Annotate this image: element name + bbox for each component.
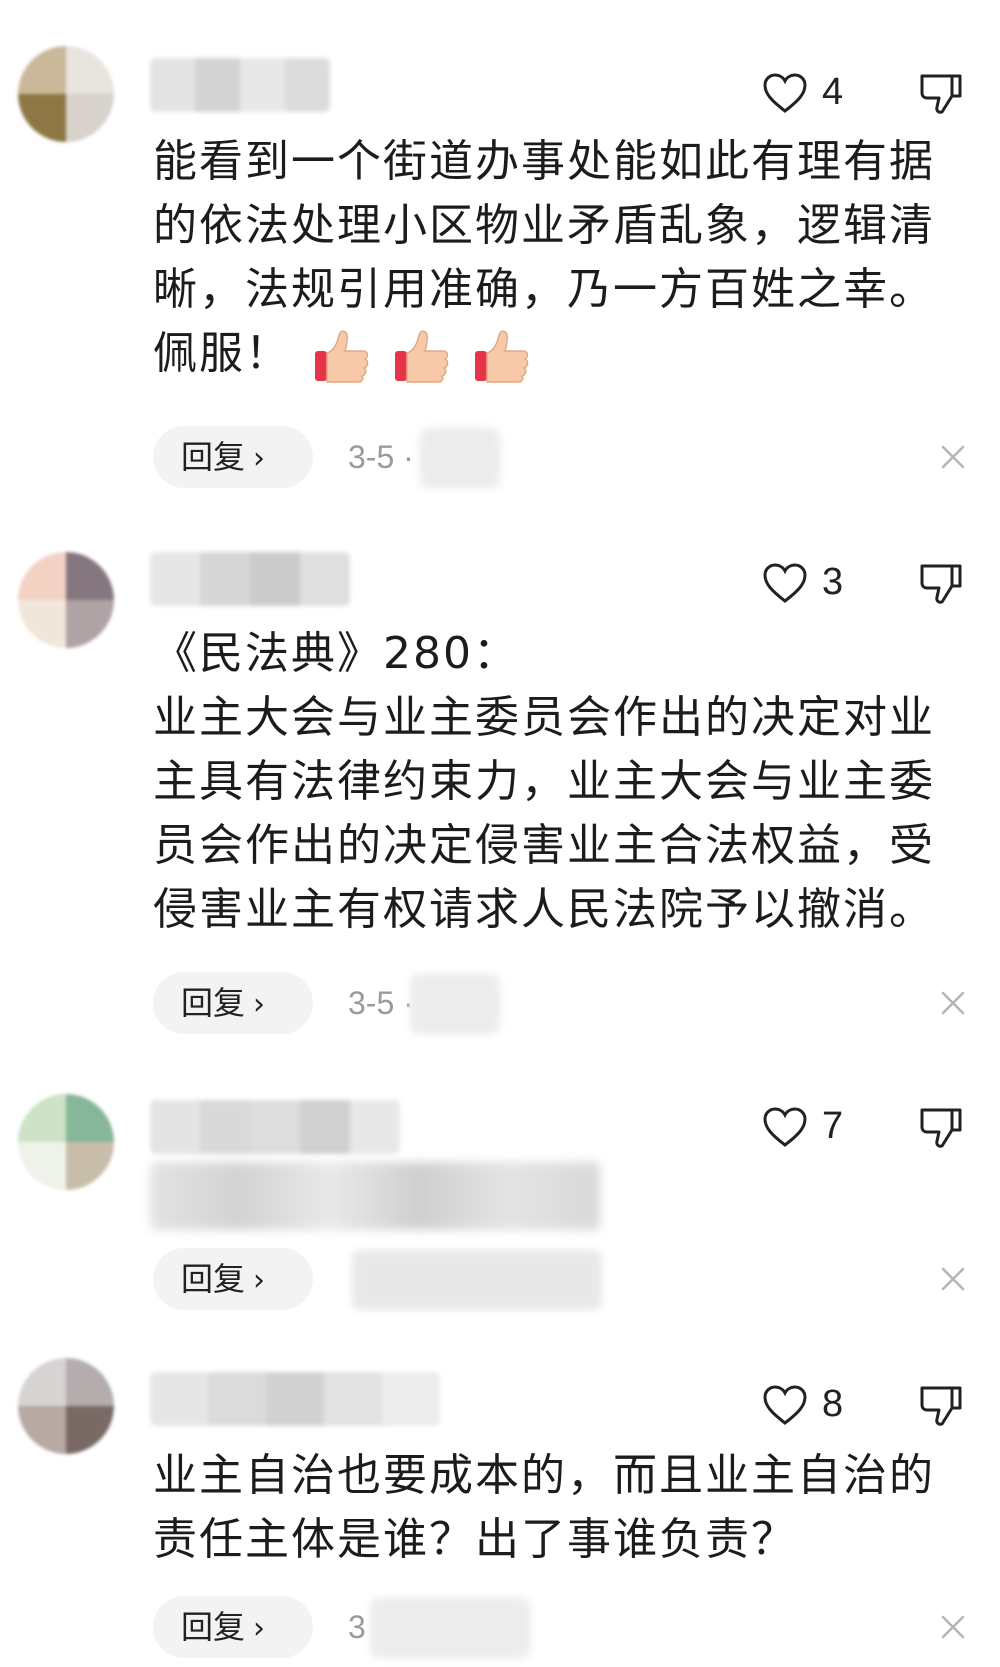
close-icon[interactable]	[938, 1612, 968, 1642]
chevron-right-icon: ›	[253, 1611, 266, 1646]
comment-line: 业主大会与业主委员会作出的决定对业	[153, 692, 935, 743]
heart-icon[interactable]	[762, 72, 808, 114]
reply-button[interactable]: 回复 ›	[153, 426, 313, 488]
username-blurred[interactable]	[150, 58, 330, 112]
comment-text: 业主自治也要成本的，而且业主自治的 责任主体是谁？出了事谁负责？	[153, 1444, 943, 1572]
comment-line: 能看到一个街道办事处能如此有理有据	[153, 136, 935, 187]
avatar[interactable]	[18, 1094, 114, 1190]
comment-line: 的依法处理小区物业矛盾乱象，逻辑清	[153, 200, 935, 251]
reply-label: 回复	[181, 1608, 246, 1646]
like-count: 3	[822, 561, 844, 603]
comment-line: 侵害业主有权请求人民法院予以撤消。	[153, 884, 935, 935]
comment-meta: 3-5 ·	[348, 439, 414, 475]
date-location-blurred	[352, 1250, 602, 1310]
location-blurred	[410, 974, 500, 1034]
date-location-blurred	[370, 1598, 530, 1658]
comment-text-blurred	[150, 1162, 600, 1230]
chevron-right-icon: ›	[253, 1263, 266, 1298]
reply-label: 回复	[181, 984, 246, 1022]
chevron-right-icon: ›	[253, 441, 266, 476]
comment-line: 责任主体是谁？出了事谁负责？	[153, 1514, 797, 1565]
thumbs-down-icon[interactable]	[918, 1382, 964, 1428]
comment-line: 佩服！	[153, 322, 943, 386]
avatar[interactable]	[18, 552, 114, 648]
location-blurred	[420, 428, 500, 488]
comment-line-text: 佩服！	[153, 328, 291, 379]
thumbs-up-icon	[475, 330, 529, 383]
avatar[interactable]	[18, 46, 114, 142]
comment-text: 《民法典》280： 业主大会与业主委员会作出的决定对业 主具有法律约束力，业主大…	[153, 622, 943, 942]
username-blurred[interactable]	[150, 552, 350, 606]
heart-icon[interactable]	[762, 1384, 808, 1426]
comment-meta: 3-5 ·	[348, 985, 414, 1021]
reply-button[interactable]: 回复 ›	[153, 1248, 313, 1310]
reply-label: 回复	[181, 1260, 246, 1298]
comment-line: 主具有法律约束力，业主大会与业主委	[153, 756, 935, 807]
reply-button[interactable]: 回复 ›	[153, 1596, 313, 1658]
heart-icon[interactable]	[762, 1106, 808, 1148]
like-count: 8	[822, 1383, 844, 1425]
like-count: 7	[822, 1105, 844, 1147]
chevron-right-icon: ›	[253, 987, 266, 1022]
reply-button[interactable]: 回复 ›	[153, 972, 313, 1034]
reply-label: 回复	[181, 438, 246, 476]
thumbs-down-icon[interactable]	[918, 1104, 964, 1150]
comment-text: 能看到一个街道办事处能如此有理有据 的依法处理小区物业矛盾乱象，逻辑清 晰，法规…	[153, 130, 943, 386]
username-blurred[interactable]	[150, 1100, 400, 1154]
heart-icon[interactable]	[762, 562, 808, 604]
close-icon[interactable]	[938, 442, 968, 472]
like-count: 4	[822, 71, 844, 113]
comment-line: 业主自治也要成本的，而且业主自治的	[153, 1450, 935, 1501]
thumbs-up-icon	[395, 330, 449, 383]
thumbs-down-icon[interactable]	[918, 560, 964, 606]
comment-meta: 3	[348, 1609, 366, 1645]
thumbs-up-icon	[315, 330, 369, 383]
close-icon[interactable]	[938, 988, 968, 1018]
avatar[interactable]	[18, 1358, 114, 1454]
close-icon[interactable]	[938, 1264, 968, 1294]
comment-line: 员会作出的决定侵害业主合法权益，受	[153, 820, 935, 871]
comment-line: 《民法典》280：	[153, 628, 519, 679]
username-blurred[interactable]	[150, 1372, 440, 1426]
comment-line: 晰，法规引用准确，乃一方百姓之幸。	[153, 264, 935, 315]
thumbs-down-icon[interactable]	[918, 70, 964, 116]
